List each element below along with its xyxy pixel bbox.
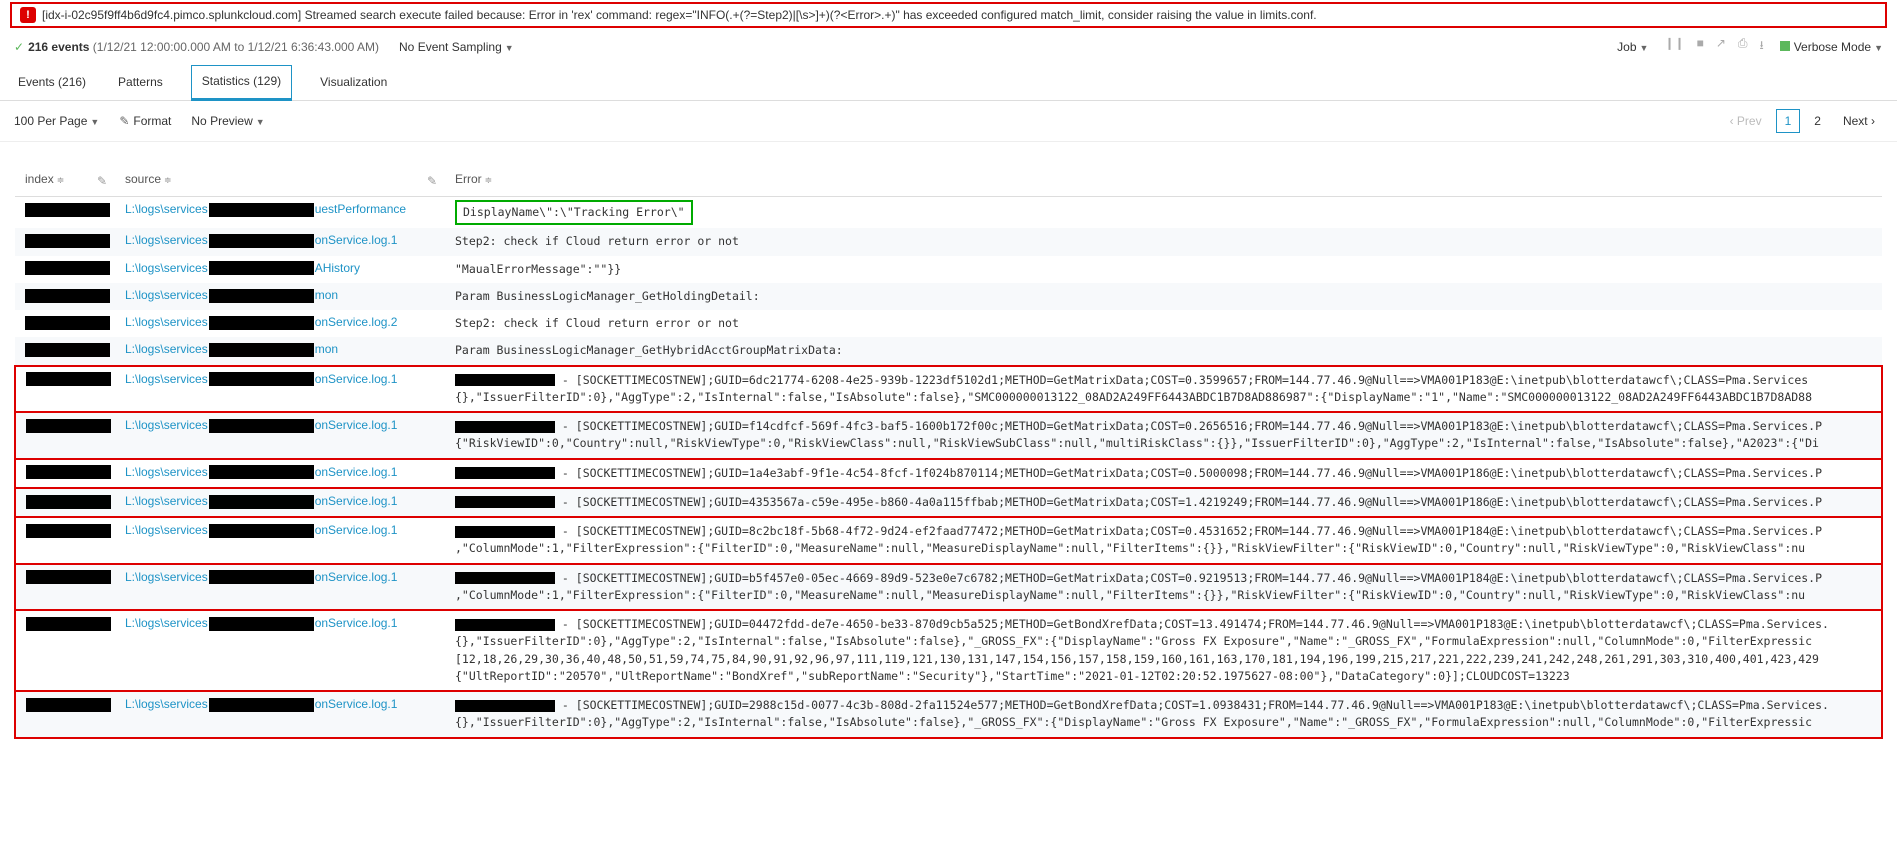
table-row: L:\logs\servicesonService.log.2 Step2: c…	[15, 310, 1882, 337]
alert-icon: !	[20, 7, 36, 23]
pager-prev[interactable]: ‹ Prev	[1722, 110, 1770, 132]
table-row: L:\logs\servicesonService.log.1 - [SOCKE…	[15, 488, 1882, 517]
error-cell: - [SOCKETTIMECOSTNEW];GUID=1a4e3abf-9f1e…	[445, 459, 1882, 488]
source-cell[interactable]: L:\logs\servicesmon	[115, 337, 445, 365]
table-controls: 100 Per Page▼ Format No Preview▼ ‹ Prev …	[0, 101, 1897, 142]
job-dropdown[interactable]: Job▼	[1617, 40, 1648, 54]
source-cell[interactable]: L:\logs\servicesonService.log.1	[115, 412, 445, 459]
table-row: L:\logs\servicesonService.log.1 - [SOCKE…	[15, 517, 1882, 564]
error-cell: "MaualErrorMessage":""}}	[445, 256, 1882, 283]
download-icon[interactable]: ⭳	[1759, 36, 1763, 57]
error-cell: - [SOCKETTIMECOSTNEW];GUID=04472fdd-de7e…	[445, 610, 1882, 691]
sampling-dropdown[interactable]: No Event Sampling▼	[399, 40, 514, 54]
table-row: L:\logs\servicesonService.log.1 - [SOCKE…	[15, 564, 1882, 611]
result-tabs: Events (216) Patterns Statistics (129) V…	[0, 65, 1897, 101]
tab-patterns[interactable]: Patterns	[114, 65, 167, 100]
tab-events[interactable]: Events (216)	[14, 65, 90, 100]
pager: ‹ Prev 1 2 Next ›	[1722, 109, 1883, 133]
source-cell[interactable]: L:\logs\servicesonService.log.1	[115, 564, 445, 611]
table-row: L:\logs\servicesuestPerformance DisplayN…	[15, 197, 1882, 229]
redacted	[25, 203, 110, 217]
table-row: L:\logs\servicesAHistory "MaualErrorMess…	[15, 256, 1882, 283]
source-cell[interactable]: L:\logs\servicesuestPerformance	[115, 197, 445, 229]
results-table: index≑✎ source≑✎ Error≑ L:\logs\services…	[14, 142, 1883, 739]
source-cell[interactable]: L:\logs\servicesonService.log.1	[115, 228, 445, 255]
error-cell: - [SOCKETTIMECOSTNEW];GUID=6dc21774-6208…	[445, 366, 1882, 413]
table-row: L:\logs\servicesonService.log.1 - [SOCKE…	[15, 412, 1882, 459]
source-cell[interactable]: L:\logs\servicesonService.log.2	[115, 310, 445, 337]
tab-visualization[interactable]: Visualization	[316, 65, 391, 100]
source-cell[interactable]: L:\logs\servicesonService.log.1	[115, 459, 445, 488]
pager-next[interactable]: Next ›	[1835, 110, 1883, 132]
edit-col-icon[interactable]: ✎	[97, 174, 107, 188]
stop-icon[interactable]: ■	[1697, 36, 1704, 57]
error-cell: - [SOCKETTIMECOSTNEW];GUID=8c2bc18f-5b68…	[445, 517, 1882, 564]
event-count: ✓216 events (1/12/21 12:00:00.000 AM to …	[14, 40, 379, 54]
mode-dropdown[interactable]: Verbose Mode▼	[1780, 40, 1883, 54]
error-cell-highlighted: DisplayName\":\"Tracking Error\"	[455, 200, 693, 225]
pager-page-1[interactable]: 1	[1776, 109, 1801, 133]
summary-row: ✓216 events (1/12/21 12:00:00.000 AM to …	[0, 32, 1897, 65]
source-cell[interactable]: L:\logs\servicesAHistory	[115, 256, 445, 283]
source-cell[interactable]: L:\logs\servicesonService.log.1	[115, 366, 445, 413]
per-page-dropdown[interactable]: 100 Per Page▼	[14, 114, 99, 128]
header-source[interactable]: source≑✎	[115, 142, 445, 197]
error-cell: - [SOCKETTIMECOSTNEW];GUID=f14cdfcf-569f…	[445, 412, 1882, 459]
source-cell[interactable]: L:\logs\servicesmon	[115, 283, 445, 310]
share-icon[interactable]: ↗	[1716, 36, 1726, 57]
source-cell[interactable]: L:\logs\servicesonService.log.1	[115, 517, 445, 564]
header-error[interactable]: Error≑	[445, 142, 1882, 197]
error-cell: - [SOCKETTIMECOSTNEW];GUID=b5f457e0-05ec…	[445, 564, 1882, 611]
error-cell: Param BusinessLogicManager_GetHoldingDet…	[445, 283, 1882, 310]
pager-page-2[interactable]: 2	[1806, 110, 1829, 132]
tab-statistics[interactable]: Statistics (129)	[191, 65, 292, 101]
error-cell: Step2: check if Cloud return error or no…	[445, 228, 1882, 255]
format-dropdown[interactable]: Format	[119, 114, 171, 128]
error-cell: - [SOCKETTIMECOSTNEW];GUID=4353567a-c59e…	[445, 488, 1882, 517]
header-index[interactable]: index≑✎	[15, 142, 115, 197]
error-cell: Param BusinessLogicManager_GetHybridAcct…	[445, 337, 1882, 365]
table-row: L:\logs\servicesonService.log.1 - [SOCKE…	[15, 691, 1882, 738]
error-banner: ! [idx-i-02c95f9ff4b6d9fc4.pimco.splunkc…	[10, 2, 1887, 28]
error-text: [idx-i-02c95f9ff4b6d9fc4.pimco.splunkclo…	[42, 8, 1317, 22]
print-icon[interactable]: ⎙	[1738, 36, 1748, 57]
table-row: L:\logs\servicesonService.log.1 - [SOCKE…	[15, 459, 1882, 488]
table-row: L:\logs\servicesmon Param BusinessLogicM…	[15, 283, 1882, 310]
table-row: L:\logs\servicesonService.log.1 Step2: c…	[15, 228, 1882, 255]
preview-dropdown[interactable]: No Preview▼	[191, 114, 264, 128]
source-cell[interactable]: L:\logs\servicesonService.log.1	[115, 691, 445, 738]
source-cell[interactable]: L:\logs\servicesonService.log.1	[115, 488, 445, 517]
error-cell: Step2: check if Cloud return error or no…	[445, 310, 1882, 337]
table-row: L:\logs\servicesonService.log.1 - [SOCKE…	[15, 610, 1882, 691]
table-row: L:\logs\servicesmon Param BusinessLogicM…	[15, 337, 1882, 365]
edit-col-icon[interactable]: ✎	[427, 174, 437, 188]
pause-icon[interactable]: ❙❙	[1664, 36, 1684, 57]
source-cell[interactable]: L:\logs\servicesonService.log.1	[115, 610, 445, 691]
table-row: L:\logs\servicesonService.log.1 - [SOCKE…	[15, 366, 1882, 413]
error-cell: - [SOCKETTIMECOSTNEW];GUID=2988c15d-0077…	[445, 691, 1882, 738]
